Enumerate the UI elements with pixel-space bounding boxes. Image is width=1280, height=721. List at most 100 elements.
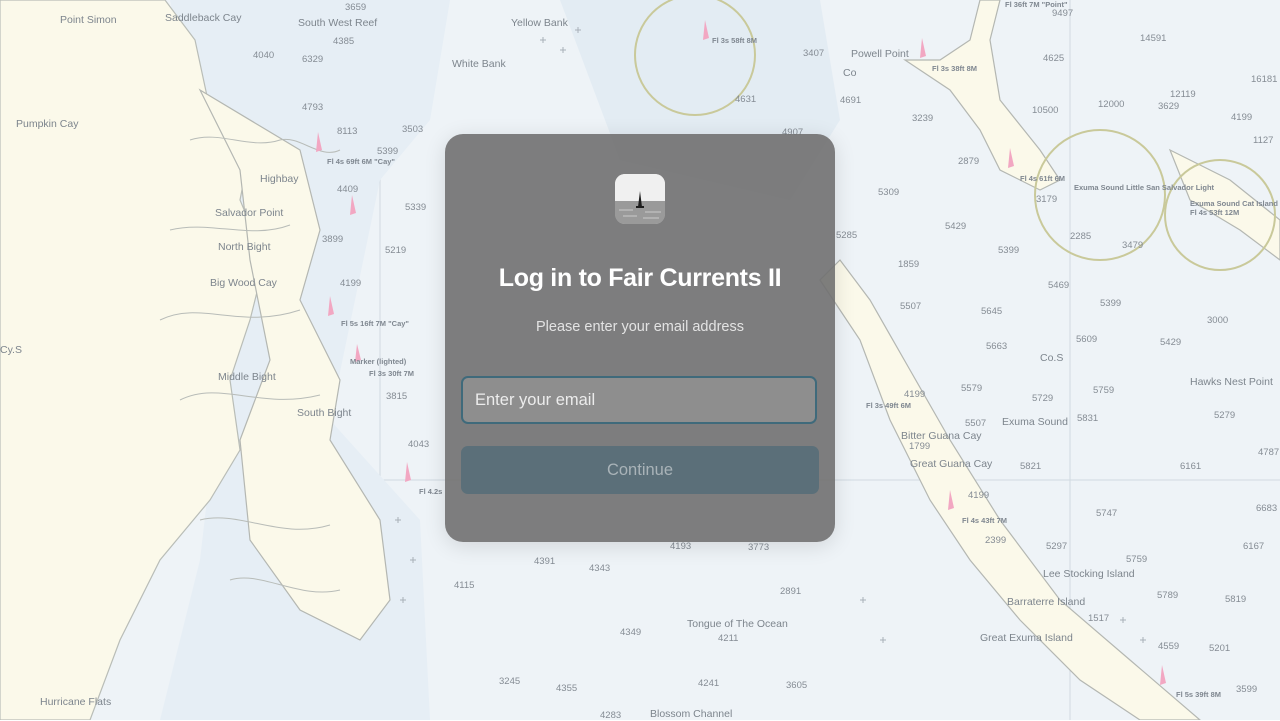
- depth-sounding: 3773: [748, 542, 770, 553]
- depth-sounding: 16181: [1251, 74, 1278, 85]
- depth-sounding: 3899: [322, 234, 344, 245]
- map-place-label: Exuma Sound Little San Salvador Light: [1074, 183, 1215, 192]
- depth-sounding: 14591: [1140, 33, 1167, 44]
- depth-sounding: 2285: [1070, 231, 1092, 242]
- depth-sounding: 5645: [981, 306, 1003, 317]
- map-light-label: Fl 4s 61ft 6M: [1020, 174, 1066, 183]
- email-field[interactable]: [461, 376, 817, 424]
- login-card: Log in to Fair Currents II Please enter …: [445, 134, 835, 542]
- nautical-chart-background[interactable]: Point Simon Saddleback Cay South West Re…: [0, 0, 1280, 721]
- map-place-label: Co: [843, 67, 857, 79]
- map-place-label: Point Simon: [60, 14, 117, 26]
- depth-sounding: 3659: [345, 2, 367, 13]
- depth-sounding: 10500: [1032, 105, 1059, 116]
- map-place-label: Co.S: [1040, 352, 1064, 364]
- depth-sounding: 3239: [912, 113, 934, 124]
- map-place-label: White Bank: [452, 58, 506, 70]
- map-light-label: Fl 3s 58ft 8M: [712, 36, 758, 45]
- depth-sounding: 4199: [904, 389, 926, 400]
- depth-sounding: 5507: [965, 418, 987, 429]
- depth-sounding: 4199: [968, 490, 990, 501]
- depth-sounding: 4385: [333, 36, 355, 47]
- depth-sounding: 6167: [1243, 541, 1265, 552]
- depth-sounding: 5759: [1126, 554, 1148, 565]
- depth-sounding: 3629: [1158, 101, 1180, 112]
- depth-sounding: 4343: [589, 563, 611, 574]
- map-place-label: Lee Stocking Island: [1043, 568, 1135, 580]
- map-place-label: North Bight: [218, 241, 271, 253]
- map-place-label: Blossom Channel: [650, 708, 733, 720]
- depth-sounding: 4355: [556, 683, 578, 694]
- depth-sounding: 2399: [985, 535, 1007, 546]
- depth-sounding: 1799: [909, 441, 931, 452]
- depth-sounding: 4349: [620, 627, 642, 638]
- map-place-label: Highbay: [260, 173, 299, 185]
- depth-sounding: 2891: [780, 586, 802, 597]
- depth-sounding: 3599: [1236, 684, 1258, 695]
- depth-sounding: 3179: [1036, 194, 1058, 205]
- depth-sounding: 4793: [302, 102, 324, 113]
- map-light-label: Fl 3s 49ft 6M: [866, 401, 912, 410]
- depth-sounding: 5429: [945, 221, 967, 232]
- depth-sounding: 8113: [337, 126, 358, 137]
- map-place-label: Saddleback Cay: [165, 12, 242, 24]
- depth-sounding: 4043: [408, 439, 430, 450]
- depth-sounding: 5789: [1157, 590, 1179, 601]
- depth-sounding: 5201: [1209, 643, 1231, 654]
- depth-sounding: 5759: [1093, 385, 1115, 396]
- depth-sounding: 4040: [253, 50, 275, 61]
- map-place-label: Yellow Bank: [511, 17, 568, 29]
- continue-button[interactable]: Continue: [461, 446, 819, 494]
- map-light-label: Marker (lighted): [350, 357, 407, 366]
- map-place-label: Powell Point: [851, 48, 909, 60]
- depth-sounding: 4787: [1258, 447, 1280, 458]
- depth-sounding: 5729: [1032, 393, 1054, 404]
- depth-sounding: 1127: [1253, 135, 1274, 146]
- depth-sounding: 5831: [1077, 413, 1099, 424]
- depth-sounding: 4625: [1043, 53, 1065, 64]
- map-place-label: Hurricane Flats: [40, 696, 112, 708]
- depth-sounding: 12000: [1098, 99, 1125, 110]
- map-place-label: Tongue of The Ocean: [687, 618, 788, 630]
- depth-sounding: 6161: [1180, 461, 1202, 472]
- depth-sounding: 4559: [1158, 641, 1180, 652]
- app-logo: [615, 174, 665, 224]
- depth-sounding: 5579: [961, 383, 983, 394]
- map-place-label: South Bight: [297, 407, 352, 419]
- map-place-label: Pumpkin Cay: [16, 118, 79, 130]
- depth-sounding: 9497: [1052, 8, 1074, 19]
- depth-sounding: 5279: [1214, 410, 1236, 421]
- depth-sounding: 5663: [986, 341, 1008, 352]
- depth-sounding: 4409: [337, 184, 359, 195]
- depth-sounding: 5469: [1048, 280, 1070, 291]
- depth-sounding: 5399: [998, 245, 1020, 256]
- depth-sounding: 5297: [1046, 541, 1068, 552]
- depth-sounding: 3815: [386, 391, 408, 402]
- login-subtitle: Please enter your email address: [536, 319, 744, 335]
- depth-sounding: 4391: [534, 556, 556, 567]
- depth-sounding: 4241: [698, 678, 720, 689]
- depth-sounding: 4691: [840, 95, 862, 106]
- depth-sounding: 4631: [735, 94, 757, 105]
- depth-sounding: 12119: [1170, 89, 1196, 100]
- depth-sounding: 3000: [1207, 315, 1229, 326]
- depth-sounding: 5399: [377, 146, 399, 157]
- depth-sounding: 5609: [1076, 334, 1098, 345]
- map-place-label: Barraterre Island: [1007, 596, 1086, 608]
- map-light-label: Fl 5s 16ft 7M "Cay": [341, 319, 409, 328]
- map-light-label: Fl 3s 30ft 7M: [369, 369, 415, 378]
- depth-sounding: 5339: [405, 202, 427, 213]
- map-light-label: Fl 4s 43ft 7M: [962, 516, 1008, 525]
- depth-sounding: 5747: [1096, 508, 1118, 519]
- depth-sounding: 4211: [718, 633, 739, 644]
- depth-sounding: 5285: [836, 230, 858, 241]
- depth-sounding: 3245: [499, 676, 521, 687]
- depth-sounding: 3479: [1122, 240, 1144, 251]
- depth-sounding: 3605: [786, 680, 808, 691]
- depth-sounding: 4199: [1231, 112, 1253, 123]
- depth-sounding: 4193: [670, 541, 692, 552]
- depth-sounding: 5309: [878, 187, 900, 198]
- map-light-label: Fl 4s 53ft 12M: [1190, 208, 1240, 217]
- depth-sounding: 3407: [803, 48, 825, 59]
- map-light-label: Fl 4.2s: [419, 487, 443, 496]
